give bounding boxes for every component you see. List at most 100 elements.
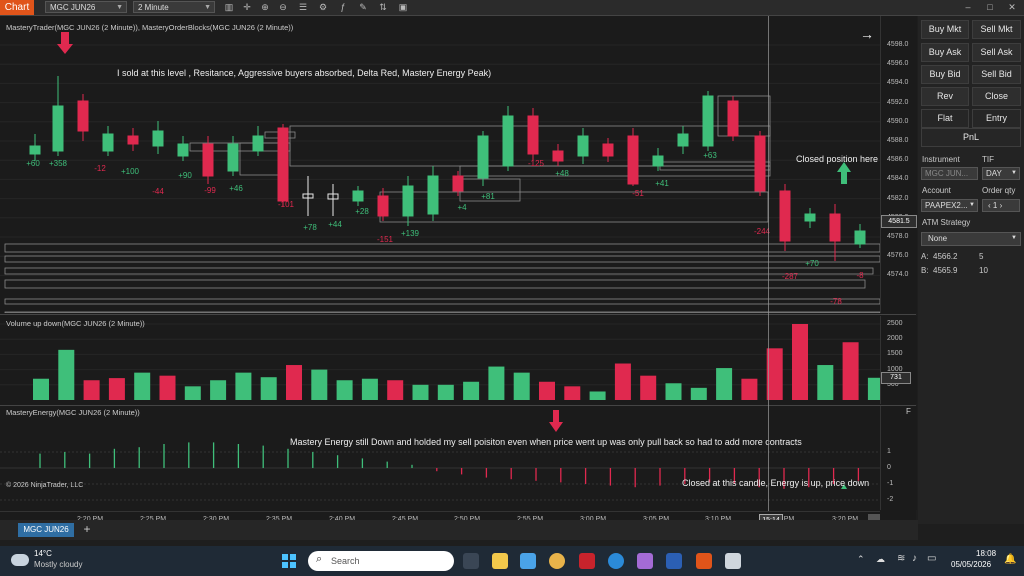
price-axis-label: 4574.0: [887, 271, 909, 279]
tif-select[interactable]: DAY ▼: [982, 167, 1020, 180]
volume-bar: [361, 378, 378, 400]
chart-trader-icon[interactable]: ⇅: [376, 1, 390, 13]
close-position-button[interactable]: Close: [972, 87, 1021, 106]
price-grid: [0, 44, 880, 276]
buy-bid-button[interactable]: Buy Bid: [921, 65, 969, 84]
windows-start-icon[interactable]: [282, 554, 296, 568]
indicators-icon[interactable]: ƒ: [336, 1, 350, 13]
flat-button[interactable]: Flat: [921, 109, 969, 128]
sell-market-button[interactable]: Sell Mkt: [972, 20, 1021, 39]
volume-bar: [741, 378, 758, 400]
volume-axis[interactable]: 2500 2000 1500 1000 500 731: [880, 316, 917, 404]
svg-text:+78: +78: [303, 223, 317, 232]
order-qty-stepper[interactable]: ‹ 1 ›: [982, 199, 1020, 212]
pnl-button[interactable]: PnL: [921, 128, 1021, 147]
close-icon[interactable]: ✕: [1004, 0, 1020, 15]
energy-axis-label: -1: [887, 480, 894, 487]
price-axis-label: 4584.0: [887, 175, 909, 183]
volume-bar: [539, 381, 555, 400]
price-panel[interactable]: +60 +358 -12 +100 -44 +90 -99 +46 -101 +78 +44 +28 -…: [0, 16, 880, 313]
price-axis-label: 4582.0: [887, 194, 909, 202]
edge-icon[interactable]: [608, 553, 624, 569]
price-axis-label: 4590.0: [887, 117, 909, 125]
current-price-badge: 4581.5: [881, 215, 917, 228]
bid-label: B:: [921, 266, 929, 275]
instrument-selector[interactable]: MGC JUN26 ▼: [45, 1, 127, 13]
volume-bar: [817, 365, 834, 400]
zoom-in-icon[interactable]: ⊕: [258, 1, 272, 13]
volume-bar: [108, 378, 125, 400]
svg-text:-287: -287: [782, 272, 799, 281]
chart-canvas[interactable]: +60 +358 -12 +100 -44 +90 -99 +46 -101 +78 +44 +28-…: [0, 16, 917, 528]
price-axis[interactable]: 4598.0 4596.0 4594.0 4592.0 4590.0 4588.0 4586…: [880, 16, 917, 313]
chrome-icon[interactable]: [549, 553, 565, 569]
energy-panel-title: MasteryEnergy(MGC JUN26 (2 Minute)): [6, 408, 140, 417]
atm-strategy-select[interactable]: None ▼: [921, 232, 1021, 246]
bar-type-icon[interactable]: ▥: [222, 1, 236, 13]
chart-tab[interactable]: Chart: [0, 0, 34, 15]
buy-market-button[interactable]: Buy Mkt: [921, 20, 969, 39]
arrow-right-icon[interactable]: →: [860, 26, 874, 42]
onedrive-icon[interactable]: ☁: [876, 554, 885, 565]
interval-selector[interactable]: 2 Minute ▼: [133, 1, 215, 13]
snipping-tool-icon[interactable]: [725, 553, 741, 569]
svg-text:+4: +4: [457, 203, 467, 212]
instrument-field[interactable]: MGC JUN...: [921, 167, 978, 180]
temperature: 14°C: [34, 549, 52, 558]
store-icon[interactable]: [520, 553, 536, 569]
volume-bar: [412, 384, 429, 400]
speaker-icon[interactable]: ♪: [912, 553, 917, 564]
sell-bid-button[interactable]: Sell Bid: [972, 65, 1021, 84]
qty-up-icon[interactable]: ›: [1000, 201, 1003, 210]
file-explorer-icon[interactable]: [492, 553, 508, 569]
mcafee-icon[interactable]: [579, 553, 595, 569]
account-select[interactable]: PAAPEX2... ▼: [921, 199, 978, 212]
volume-panel[interactable]: [0, 316, 880, 404]
notification-bell-icon[interactable]: 🔔: [1004, 554, 1016, 565]
tab-mgc-jun26[interactable]: MGC JUN26: [18, 523, 74, 537]
properties-icon[interactable]: ☰: [296, 1, 310, 13]
instrument-field-value: MGC JUN...: [925, 169, 969, 178]
maximize-icon[interactable]: □: [982, 0, 998, 15]
battery-icon[interactable]: ▭: [927, 553, 936, 564]
taskbar-search-box[interactable]: ⌕ Search: [308, 551, 454, 571]
wifi-icon[interactable]: ≋: [897, 553, 905, 564]
svg-text:-51: -51: [632, 189, 644, 198]
atm-strategy-value: None: [928, 234, 948, 243]
sell-ask-button[interactable]: Sell Ask: [972, 43, 1021, 62]
word-icon[interactable]: [666, 553, 682, 569]
crosshair-vertical-line: [768, 16, 769, 511]
task-view-icon[interactable]: [463, 553, 479, 569]
volume-bar: [387, 380, 404, 400]
buy-ask-button[interactable]: Buy Ask: [921, 43, 969, 62]
snapshot-icon[interactable]: ▣: [396, 1, 410, 13]
price-axis-label: 4576.0: [887, 252, 909, 260]
chevron-up-icon[interactable]: ⌃: [857, 554, 865, 565]
copilot-icon[interactable]: [637, 553, 653, 569]
reverse-button[interactable]: Rev: [921, 87, 969, 106]
volume-bar: [716, 368, 733, 400]
chart-toolbar: Chart MGC JUN26 ▼ 2 Minute ▼ ▥ ✛ ⊕ ⊖ ☰ ⚙ ƒ…: [0, 0, 1024, 16]
crosshair-icon[interactable]: ✛: [240, 1, 254, 13]
qty-down-icon[interactable]: ‹: [988, 201, 991, 210]
volume-grid: [0, 323, 880, 386]
entry-button[interactable]: Entry: [972, 109, 1021, 128]
volume-bar: [640, 375, 657, 400]
add-tab-icon[interactable]: +: [80, 522, 94, 536]
svg-text:-12: -12: [94, 164, 106, 173]
svg-text:+100: +100: [121, 167, 140, 176]
draw-tools-icon[interactable]: ✎: [356, 1, 370, 13]
energy-axis[interactable]: 1 0 -1 -2: [880, 406, 917, 510]
chevron-down-icon: ▼: [969, 202, 975, 208]
strategies-icon[interactable]: ⚙: [316, 1, 330, 13]
volume-bar: [286, 365, 302, 400]
svg-text:+60: +60: [26, 159, 40, 168]
energy-panel[interactable]: [0, 406, 880, 510]
svg-text:-151: -151: [377, 235, 394, 244]
ask-price: 4566.2: [933, 252, 958, 261]
svg-text:-101: -101: [278, 200, 295, 209]
panel-f-marker[interactable]: F: [906, 407, 911, 416]
minimize-icon[interactable]: –: [960, 0, 976, 15]
zoom-out-icon[interactable]: ⊖: [276, 1, 290, 13]
ninjatrader-icon[interactable]: [696, 553, 712, 569]
